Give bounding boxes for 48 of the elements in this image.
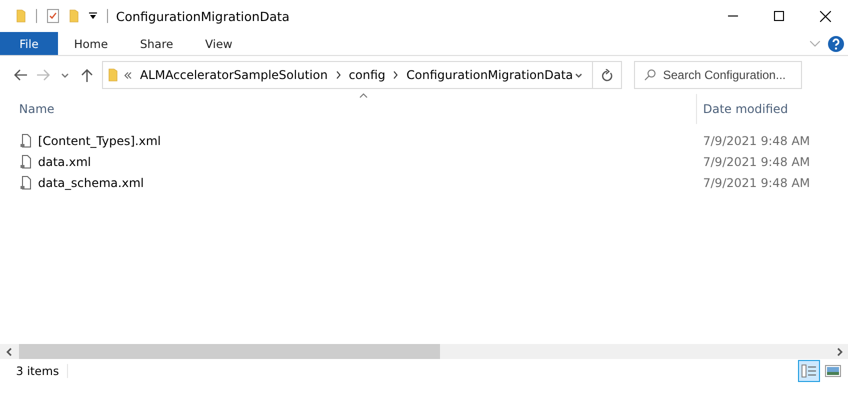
chevron-left-icon bbox=[6, 348, 12, 356]
help-icon[interactable] bbox=[828, 36, 844, 52]
search-field[interactable]: Search Configuration... bbox=[634, 61, 802, 89]
search-icon bbox=[644, 69, 656, 81]
breadcrumb[interactable]: ConfigurationMigrationData bbox=[404, 68, 576, 82]
date-cell: 7/9/2021 9:48 AM bbox=[703, 134, 810, 148]
item-count: 3 items bbox=[16, 364, 68, 378]
maximize-icon bbox=[774, 11, 784, 21]
new-folder-icon bbox=[69, 9, 79, 23]
column-header[interactable]: Date modified bbox=[696, 94, 788, 124]
scrollbar-thumb[interactable] bbox=[19, 344, 440, 359]
ribbon-tab[interactable]: Home bbox=[58, 32, 124, 55]
file-icon bbox=[20, 154, 32, 168]
address-dropdown-icon[interactable] bbox=[575, 72, 582, 78]
properties-icon[interactable] bbox=[47, 9, 59, 23]
sort-caret-icon bbox=[359, 93, 368, 98]
file-icon bbox=[20, 176, 32, 190]
chevron-icon bbox=[336, 71, 341, 79]
details-view-icon bbox=[801, 364, 817, 378]
date-cell: 7/9/2021 9:48 AM bbox=[703, 176, 810, 190]
up-arrow-icon bbox=[81, 68, 93, 82]
folder-icon bbox=[16, 9, 26, 23]
chevron-right-icon bbox=[836, 348, 842, 356]
horizontal-scrollbar[interactable] bbox=[0, 344, 848, 359]
ribbon-tab[interactable]: View bbox=[189, 32, 248, 55]
back-arrow-icon bbox=[14, 69, 28, 81]
close-icon bbox=[820, 10, 830, 22]
dropdown-icon[interactable] bbox=[89, 12, 97, 20]
file-icon bbox=[20, 134, 32, 148]
ribbon-tab[interactable]: Share bbox=[124, 32, 190, 55]
chevron-down-icon bbox=[61, 72, 69, 78]
chevron-icon bbox=[393, 71, 398, 79]
location-folder-icon bbox=[108, 68, 118, 82]
file-name[interactable]: [Content_Types].xml bbox=[38, 134, 161, 148]
breadcrumb[interactable]: ALMAcceleratorSampleSolution bbox=[138, 68, 330, 82]
large-icons-view-icon bbox=[825, 365, 841, 377]
details-view-button[interactable] bbox=[798, 360, 820, 382]
window-title: ConfigurationMigrationData bbox=[116, 8, 290, 24]
date-cell: 7/9/2021 9:48 AM bbox=[703, 154, 810, 168]
column-header[interactable]: Name bbox=[0, 94, 696, 124]
overflow-icon[interactable] bbox=[124, 72, 132, 78]
breadcrumb[interactable]: config bbox=[346, 68, 388, 82]
file-name[interactable]: data_schema.xml bbox=[38, 176, 144, 190]
ribbon-tab[interactable]: File bbox=[0, 32, 58, 55]
refresh-icon bbox=[601, 68, 614, 82]
address-bar[interactable]: ALMAcceleratorSampleSolution config ConfigurationMigrationData bbox=[102, 61, 622, 89]
file-name[interactable]: data.xml bbox=[38, 154, 91, 168]
forward-arrow-icon bbox=[36, 69, 50, 81]
